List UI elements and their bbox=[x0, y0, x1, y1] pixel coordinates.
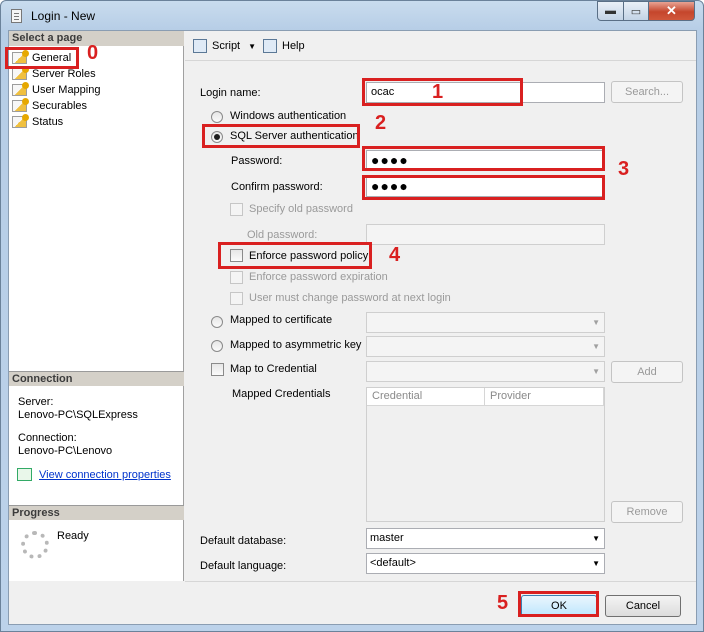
view-connection-properties-label: View connection properties bbox=[39, 468, 171, 481]
windows-auth-label: Windows authentication bbox=[230, 110, 347, 122]
credential-select[interactable]: ▼ bbox=[366, 361, 605, 382]
enforce-password-policy-checkbox[interactable] bbox=[230, 249, 243, 262]
chevron-down-icon: ▼ bbox=[592, 559, 600, 568]
server-label: Server: bbox=[18, 396, 54, 408]
script-button[interactable]: Script ▼ bbox=[193, 39, 256, 53]
progress-spinner-icon bbox=[21, 531, 49, 559]
page-label: Server Roles bbox=[32, 68, 96, 80]
toolbar: Script ▼ Help bbox=[185, 31, 696, 61]
search-button[interactable]: Search... bbox=[611, 81, 683, 103]
page-icon bbox=[12, 66, 29, 80]
page-item-general[interactable]: General bbox=[12, 50, 72, 66]
page-label: User Mapping bbox=[32, 84, 101, 96]
footer-separator bbox=[185, 581, 696, 582]
ok-button[interactable]: OK bbox=[521, 595, 597, 617]
default-language-value: <default> bbox=[370, 557, 416, 569]
connection-value: Lenovo-PC\Lenovo bbox=[18, 445, 113, 457]
mapped-credentials-label: Mapped Credentials bbox=[232, 388, 331, 400]
progress-header: Progress bbox=[9, 505, 184, 520]
help-label: Help bbox=[282, 40, 305, 52]
certificate-select[interactable]: ▼ bbox=[366, 312, 605, 333]
annotation-number-5: 5 bbox=[497, 592, 509, 614]
maximize-button[interactable]: ▭ bbox=[623, 1, 649, 21]
minimize-button[interactable]: ▬ bbox=[597, 1, 624, 21]
default-language-select[interactable]: <default> ▼ bbox=[366, 553, 605, 574]
login-name-input[interactable]: ocac bbox=[366, 82, 605, 103]
default-database-label: Default database: bbox=[200, 535, 287, 547]
page-label: General bbox=[32, 52, 72, 64]
password-label: Password: bbox=[231, 155, 283, 167]
confirm-password-label: Confirm password: bbox=[231, 181, 323, 193]
chevron-down-icon: ▼ bbox=[592, 367, 600, 376]
help-icon bbox=[263, 39, 277, 53]
enforce-password-expiration-label: Enforce password expiration bbox=[249, 271, 388, 283]
default-database-value: master bbox=[370, 532, 404, 544]
script-label: Script bbox=[212, 40, 241, 52]
mapped-credentials-grid[interactable]: Credential Provider bbox=[366, 387, 605, 522]
chevron-down-icon: ▼ bbox=[592, 534, 600, 543]
map-to-credential-label: Map to Credential bbox=[230, 363, 317, 375]
script-icon bbox=[193, 39, 207, 53]
mapped-to-asymmetric-key-label: Mapped to asymmetric key bbox=[230, 339, 362, 351]
map-to-credential-checkbox[interactable] bbox=[211, 363, 224, 376]
login-new-window: Login - New ▬ ▭ ✕ Select a page General … bbox=[0, 0, 704, 632]
annotation-number-1: 1 bbox=[432, 81, 444, 103]
connection-label: Connection: bbox=[18, 432, 77, 444]
page-item-server-roles[interactable]: Server Roles bbox=[12, 66, 96, 82]
page-icon bbox=[12, 82, 29, 96]
default-database-select[interactable]: master ▼ bbox=[366, 528, 605, 549]
mapped-to-asymmetric-key-radio[interactable] bbox=[211, 340, 223, 352]
enforce-password-policy-label: Enforce password policy bbox=[249, 250, 369, 262]
server-value: Lenovo-PC\SQLExpress bbox=[18, 409, 138, 421]
add-credential-button[interactable]: Add bbox=[611, 361, 683, 383]
login-name-label: Login name: bbox=[200, 87, 261, 99]
annotation-number-4: 4 bbox=[389, 244, 401, 266]
mapped-to-certificate-radio[interactable] bbox=[211, 316, 223, 328]
window-title: Login - New bbox=[31, 9, 96, 23]
connection-properties-icon bbox=[17, 468, 32, 481]
password-input[interactable]: ●●●● bbox=[366, 150, 605, 171]
annotation-number-0: 0 bbox=[87, 42, 99, 64]
connection-header: Connection bbox=[9, 371, 184, 386]
annotation-number-2: 2 bbox=[375, 112, 387, 134]
annotation-number-3: 3 bbox=[618, 158, 630, 180]
page-item-user-mapping[interactable]: User Mapping bbox=[12, 82, 100, 98]
chevron-down-icon: ▼ bbox=[592, 342, 600, 351]
confirm-password-input[interactable]: ●●●● bbox=[366, 176, 605, 197]
specify-old-password-label: Specify old password bbox=[249, 203, 353, 215]
old-password-input[interactable] bbox=[366, 224, 605, 245]
credential-column-header: Credential bbox=[367, 388, 485, 406]
must-change-password-label: User must change password at next login bbox=[249, 292, 451, 304]
default-language-label: Default language: bbox=[200, 560, 287, 572]
document-icon bbox=[11, 9, 22, 23]
left-pane: Select a page General Server Roles User … bbox=[9, 31, 184, 581]
must-change-password-checkbox[interactable] bbox=[230, 292, 243, 305]
sql-auth-radio[interactable] bbox=[211, 131, 223, 143]
progress-status: Ready bbox=[57, 530, 89, 542]
enforce-password-expiration-checkbox[interactable] bbox=[230, 271, 243, 284]
view-connection-properties-link[interactable]: View connection properties bbox=[17, 468, 171, 481]
help-button[interactable]: Help bbox=[263, 39, 305, 53]
page-icon bbox=[12, 98, 29, 112]
title-bar: Login - New ▬ ▭ ✕ bbox=[1, 1, 703, 31]
page-icon bbox=[12, 114, 29, 128]
page-item-status[interactable]: Status bbox=[12, 114, 63, 130]
page-label: Status bbox=[32, 116, 64, 128]
provider-column-header: Provider bbox=[485, 388, 604, 406]
remove-credential-button[interactable]: Remove bbox=[611, 501, 683, 523]
page-label: Securables bbox=[32, 100, 88, 112]
mapped-to-certificate-label: Mapped to certificate bbox=[230, 314, 333, 326]
windows-auth-radio[interactable] bbox=[211, 111, 223, 123]
sql-auth-label: SQL Server authentication bbox=[230, 130, 359, 142]
chevron-down-icon[interactable]: ▼ bbox=[248, 42, 256, 51]
dialog-client: Select a page General Server Roles User … bbox=[8, 30, 697, 625]
page-icon bbox=[12, 50, 29, 64]
old-password-label: Old password: bbox=[247, 229, 318, 241]
chevron-down-icon: ▼ bbox=[592, 318, 600, 327]
close-button[interactable]: ✕ bbox=[648, 1, 695, 21]
page-item-securables[interactable]: Securables bbox=[12, 98, 87, 114]
cancel-button[interactable]: Cancel bbox=[605, 595, 681, 617]
asymmetric-key-select[interactable]: ▼ bbox=[366, 336, 605, 357]
specify-old-password-checkbox[interactable] bbox=[230, 203, 243, 216]
